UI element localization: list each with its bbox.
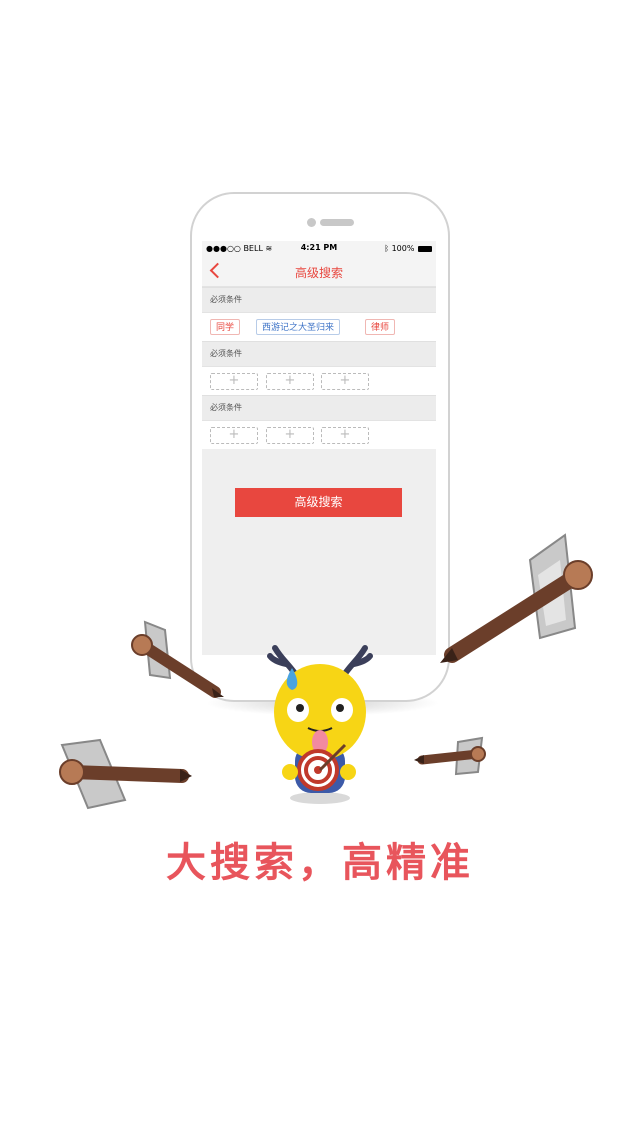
slogan-text: 大搜索，高精准 (166, 839, 474, 886)
arrow-icon (131, 620, 224, 698)
mascot-illustration (267, 645, 373, 804)
illustration-layer (59, 533, 593, 810)
arrow-icon (59, 738, 192, 810)
arrow-icon (440, 533, 593, 663)
arrow-icon (414, 736, 486, 776)
